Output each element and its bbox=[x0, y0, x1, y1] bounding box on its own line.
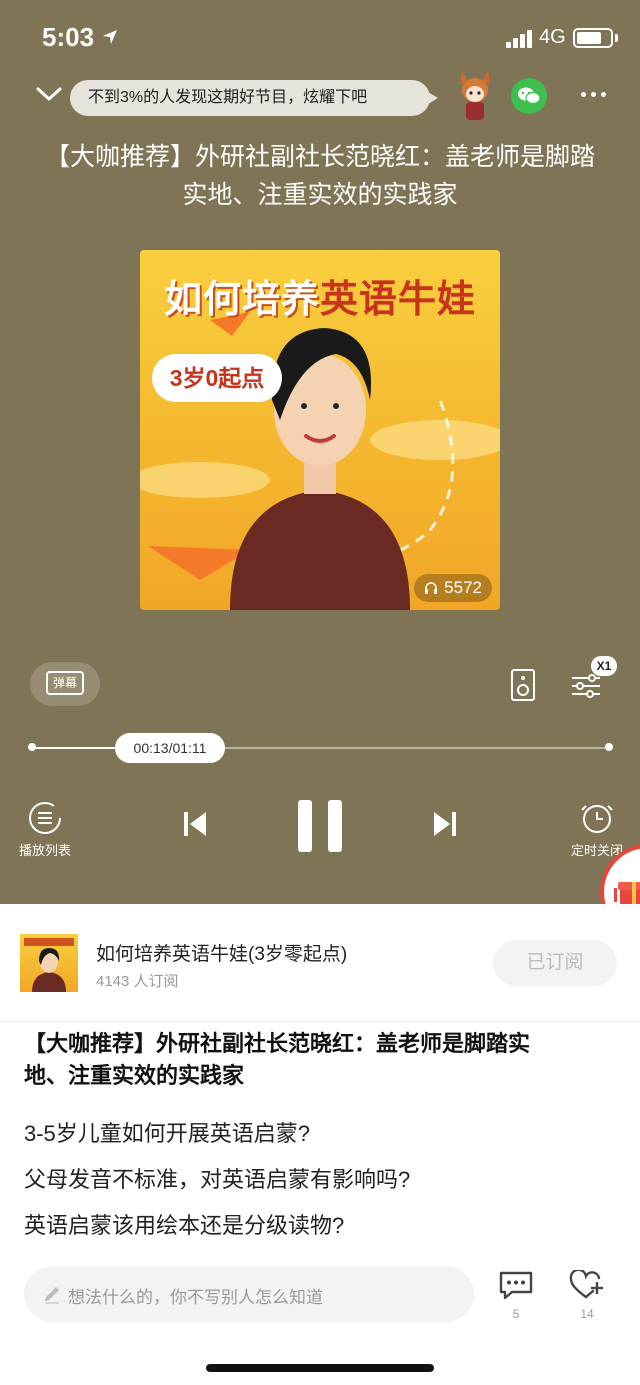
next-track-icon[interactable] bbox=[432, 810, 458, 838]
signal-icon bbox=[506, 30, 534, 48]
album-thumbnail[interactable] bbox=[20, 934, 78, 992]
danmu-toggle-button[interactable]: 弹幕 bbox=[30, 662, 100, 706]
player-panel: 5:03 4G 不到3%的人发现这期好节目，炫耀下吧 【大咖推荐】外研社副社长范… bbox=[0, 0, 640, 904]
gift-icon bbox=[614, 882, 640, 904]
pause-button[interactable] bbox=[298, 800, 342, 852]
detail-line: 英语启蒙该用绘本还是分级读物? bbox=[24, 1213, 345, 1238]
like-count: 14 bbox=[580, 1307, 594, 1321]
pencil-icon bbox=[45, 1287, 59, 1304]
speaker-icon[interactable] bbox=[510, 668, 536, 702]
location-arrow-icon bbox=[103, 30, 117, 44]
progress-start-dot bbox=[28, 743, 36, 751]
speed-badge[interactable]: X1 bbox=[591, 656, 617, 676]
play-count-badge: 5572 bbox=[414, 574, 492, 602]
progress-end-dot bbox=[605, 743, 613, 751]
episode-title: 【大咖推荐】外研社副社长范晓红：盖老师是脚踏实地、注重实效的实践家 bbox=[44, 143, 595, 209]
cover-badge: 3岁0起点 bbox=[152, 354, 282, 402]
comment-input[interactable]: 想法什么的，你不写别人怎么知道 bbox=[24, 1266, 474, 1322]
equalizer-icon[interactable] bbox=[570, 672, 602, 700]
cover-title: 如何培养英语牛娃 bbox=[140, 268, 500, 323]
subscribed-button[interactable]: 已订阅 bbox=[493, 940, 617, 986]
progress-time-handle[interactable]: 00:13/01:11 bbox=[115, 733, 225, 763]
comment-placeholder: 想法什么的，你不写别人怎么知道 bbox=[68, 1288, 323, 1307]
comment-count: 5 bbox=[512, 1307, 520, 1321]
battery-icon bbox=[573, 28, 613, 48]
share-promo-bubble[interactable]: 不到3%的人发现这期好节目，炫耀下吧 bbox=[70, 80, 438, 116]
album-cover: 如何培养英语牛娃 3岁0起点 5572 bbox=[140, 250, 500, 610]
wechat-share-icon[interactable] bbox=[511, 78, 547, 114]
album-thumbnail-art bbox=[24, 938, 74, 992]
album-name[interactable]: 如何培养英语牛娃(3岁零起点) bbox=[96, 939, 347, 966]
network-type: 4G bbox=[539, 26, 566, 48]
like-button[interactable]: 14 bbox=[568, 1268, 606, 1321]
comments-button[interactable]: 5 bbox=[497, 1270, 535, 1321]
album-row[interactable]: 如何培养英语牛娃(3岁零起点) 4143 人订阅 已订阅 bbox=[0, 904, 640, 1022]
play-count-value: 5572 bbox=[444, 578, 482, 597]
battery-cap bbox=[615, 34, 618, 42]
detail-line: 父母发音不标准，对英语启蒙有影响吗? bbox=[24, 1167, 411, 1192]
alarm-clock-icon bbox=[581, 805, 613, 833]
cover-title-part1: 如何培养 bbox=[163, 279, 320, 321]
comment-bubble-icon bbox=[499, 1271, 533, 1300]
headphones-icon bbox=[425, 582, 438, 594]
danmu-label: 弹幕 bbox=[46, 671, 84, 695]
status-time: 5:03 bbox=[42, 22, 95, 52]
more-icon[interactable] bbox=[580, 92, 608, 100]
heart-plus-icon bbox=[569, 1268, 603, 1299]
playlist-label: 播放列表 bbox=[18, 843, 71, 858]
playlist-icon bbox=[29, 802, 61, 834]
album-subscriber-count: 4143 人订阅 bbox=[96, 973, 179, 990]
previous-track-icon[interactable] bbox=[182, 810, 208, 838]
detail-line: 3-5岁儿童如何开展英语启蒙? bbox=[24, 1121, 311, 1146]
detail-title: 【大咖推荐】外研社副社长范晓红：盖老师是脚踏实地、注重实效的实践家 bbox=[24, 1031, 531, 1088]
home-indicator[interactable] bbox=[206, 1364, 434, 1372]
cover-title-part2: 英语牛娃 bbox=[320, 279, 477, 321]
playlist-button[interactable]: 播放列表 bbox=[14, 800, 76, 862]
chevron-down-icon[interactable] bbox=[36, 84, 62, 104]
mascot-icon[interactable] bbox=[456, 68, 494, 122]
status-bar: 5:03 4G bbox=[0, 0, 640, 76]
